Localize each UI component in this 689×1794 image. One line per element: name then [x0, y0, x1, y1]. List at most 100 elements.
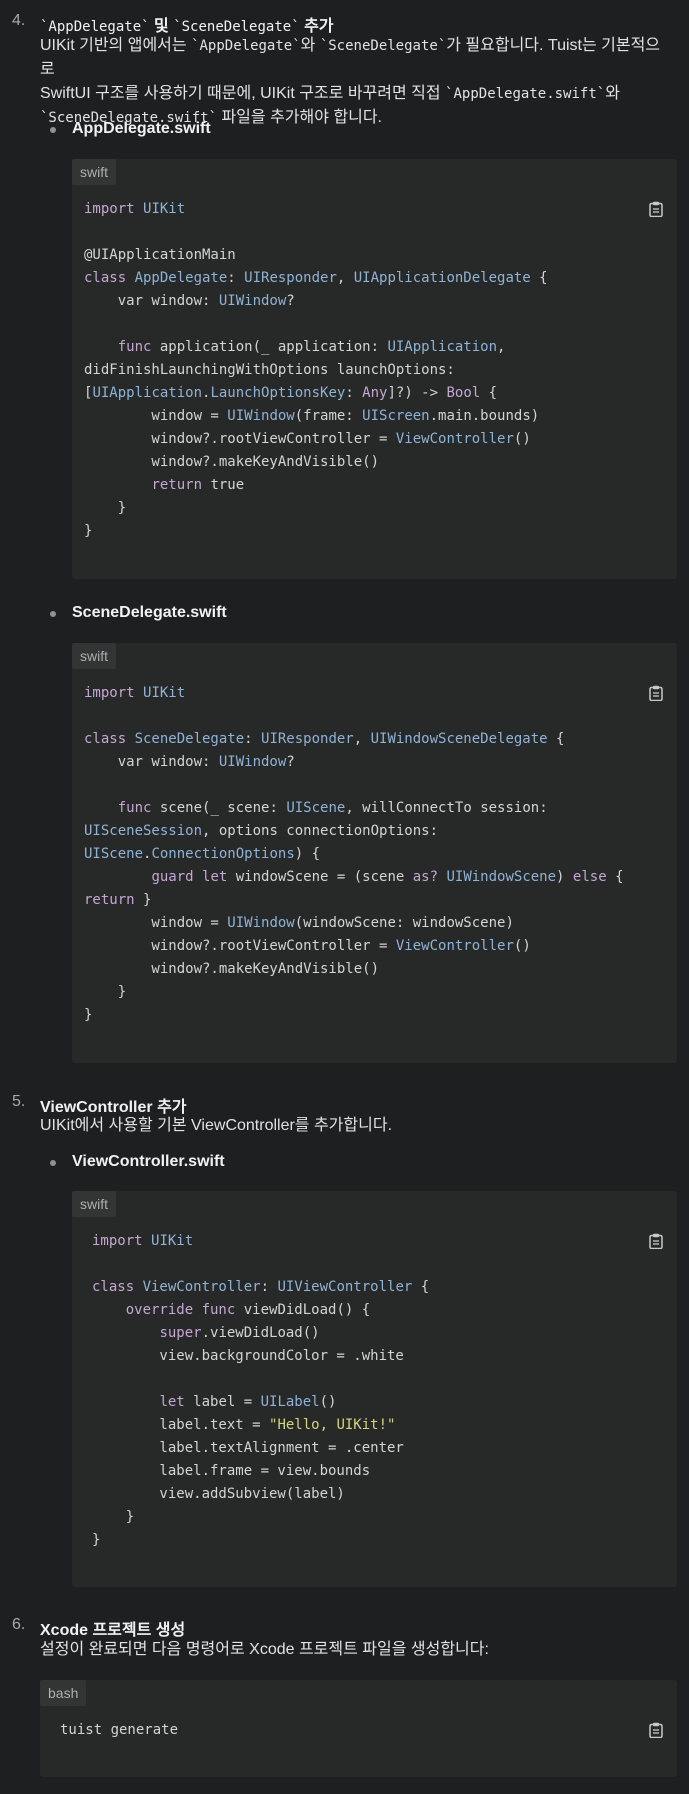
- code-token: UIScene: [286, 800, 346, 816]
- code-token: label.text =: [92, 1417, 270, 1433]
- code-token: (): [319, 1394, 337, 1410]
- code-token: (windowScene: windowScene): [294, 915, 514, 931]
- code-token: window =: [84, 408, 228, 424]
- code-line: UIScene.ConnectionOptions) {: [84, 843, 624, 866]
- code-line: let label = UILabel(): [92, 1391, 429, 1414]
- code-token: ) {: [294, 846, 321, 862]
- code-token: ,: [336, 270, 354, 286]
- bullet-scenedelegate-label: SceneDelegate.swift: [72, 604, 227, 621]
- clipboard-icon[interactable]: [649, 685, 663, 701]
- code-token: {: [530, 270, 548, 286]
- code-token: label =: [193, 1394, 261, 1410]
- code-content: import UIKit class ViewController: UIVie…: [92, 1230, 429, 1552]
- code-line: tuist generate: [60, 1719, 178, 1742]
- code-token: ConnectionOptions: [151, 846, 295, 862]
- code-language-label: swift: [72, 643, 116, 669]
- code-token: SceneDelegate: [134, 731, 245, 747]
- code-line: didFinishLaunchingWithOptions launchOpti…: [84, 359, 548, 382]
- code-token: .main.bounds): [429, 408, 540, 424]
- code-token: true: [210, 477, 245, 493]
- code-token: import: [84, 685, 144, 701]
- code-line: class SceneDelegate: UIResponder, UIWind…: [84, 728, 624, 751]
- code-token: override func: [125, 1302, 244, 1318]
- code-token: UIResponder: [244, 270, 337, 286]
- code-token: :: [345, 385, 363, 401]
- code-language-label: swift: [72, 159, 116, 185]
- code-token: }: [84, 523, 93, 539]
- code-token: var window:: [84, 293, 219, 309]
- code-token: "Hello, UIKit!": [269, 1417, 396, 1433]
- section-4-description: UIKit 기반의 앱에서는 `AppDelegate`와 `SceneDele…: [40, 37, 661, 126]
- code-token: .viewDidLoad(): [201, 1325, 320, 1341]
- code-token: application(_ application:: [159, 339, 388, 355]
- clipboard-icon[interactable]: [649, 1722, 663, 1738]
- code-line: }: [84, 497, 548, 520]
- code-token: (): [513, 938, 531, 954]
- code-line: window = UIWindow(frame: UIScreen.main.b…: [84, 405, 548, 428]
- code-line: [UIApplication.LaunchOptionsKey: Any]?) …: [84, 382, 548, 405]
- code-token: windowScene = (scene: [235, 869, 413, 885]
- bullet-dot: [50, 127, 56, 133]
- code-line: label.text = "Hello, UIKit!": [92, 1414, 429, 1437]
- code-token: func: [117, 800, 160, 816]
- code-token: :: [227, 270, 245, 286]
- code-line: @UIApplicationMain: [84, 244, 548, 267]
- code-token: var window:: [84, 754, 219, 770]
- code-token: super: [159, 1325, 202, 1341]
- bullet-viewcontroller-label: ViewController.swift: [72, 1153, 225, 1170]
- code-token: UIResponder: [261, 731, 354, 747]
- code-block-bash: bash tuist generate: [40, 1680, 677, 1777]
- code-block-scenedelegate: swift import UIKit class SceneDelegate: …: [72, 643, 677, 1063]
- code-token: window?.makeKeyAndVisible(): [84, 961, 380, 977]
- section-5-description: UIKit에서 사용할 기본 ViewController를 추가합니다.: [40, 1117, 393, 1134]
- code-line: return }: [84, 889, 624, 912]
- clipboard-icon[interactable]: [649, 201, 663, 217]
- code-token: class: [84, 270, 135, 286]
- code-token: ,: [353, 731, 371, 747]
- code-token: {: [480, 385, 498, 401]
- code-token: {: [547, 731, 565, 747]
- code-line: }: [92, 1529, 429, 1552]
- code-token: view.addSubview(label): [92, 1486, 345, 1502]
- code-token: }: [84, 984, 127, 1000]
- code-token: UIWindow: [227, 915, 295, 931]
- code-token: {: [412, 1279, 430, 1295]
- code-token: UIKit: [151, 1233, 194, 1249]
- code-token: UIWindowScene: [446, 869, 557, 885]
- code-line: label.frame = view.bounds: [92, 1460, 429, 1483]
- code-token: UIApplicationDelegate: [353, 270, 531, 286]
- code-token: return: [151, 477, 211, 493]
- code-token: @UIApplicationMain: [84, 247, 236, 263]
- code-token: UIWindow: [227, 408, 295, 424]
- code-token: label.textAlignment = .center: [92, 1440, 404, 1456]
- code-line: }: [84, 520, 548, 543]
- bullet-dot: [50, 1160, 56, 1166]
- bullet-dot: [50, 611, 56, 617]
- inline-code: `SceneDelegate`: [173, 19, 300, 35]
- code-line: return true: [84, 474, 548, 497]
- clipboard-icon[interactable]: [649, 1233, 663, 1249]
- code-token: Bool: [446, 385, 481, 401]
- code-token: UIViewController: [277, 1279, 413, 1295]
- code-token: }: [92, 1532, 101, 1548]
- code-token: UIWindow: [218, 754, 287, 770]
- code-line: override func viewDidLoad() {: [92, 1299, 429, 1322]
- code-token: window?.rootViewController =: [84, 938, 396, 954]
- code-token: ViewController: [142, 1279, 261, 1295]
- code-token: UIWindowSceneDelegate: [370, 731, 548, 747]
- code-token: guard let: [151, 869, 236, 885]
- code-token: class: [92, 1279, 143, 1295]
- code-line: view.addSubview(label): [92, 1483, 429, 1506]
- code-line: import UIKit: [92, 1230, 429, 1253]
- code-token: didFinishLaunchingWithOptions launchOpti…: [84, 362, 455, 378]
- code-line: view.backgroundColor = .white: [92, 1345, 429, 1368]
- code-language-label: bash: [40, 1680, 87, 1706]
- code-token: ): [556, 869, 573, 885]
